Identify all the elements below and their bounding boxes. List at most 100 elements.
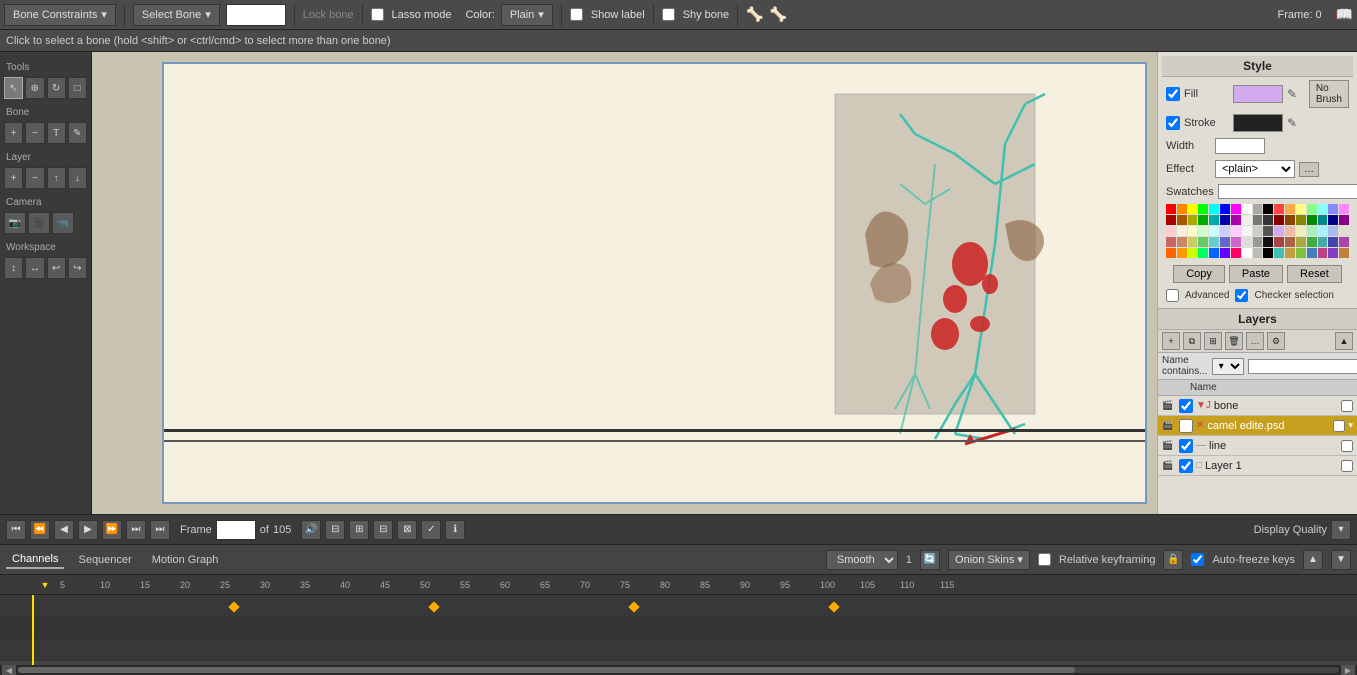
del-layer-btn[interactable]: 🗑 — [1225, 332, 1243, 350]
color-cell[interactable] — [1242, 215, 1252, 225]
color-cell[interactable] — [1328, 248, 1338, 258]
scroll-left-btn[interactable]: ◀ — [2, 665, 16, 675]
sync-btn[interactable]: ✓ — [421, 520, 441, 540]
fill-edit-icon[interactable]: ✎ — [1287, 87, 1297, 101]
stroke-edit-icon[interactable]: ✎ — [1287, 116, 1297, 130]
color-cell[interactable] — [1231, 237, 1241, 247]
color-cell[interactable] — [1263, 248, 1273, 258]
paste-btn[interactable]: Paste — [1229, 265, 1283, 283]
next-frame-btn[interactable]: ⏭ — [126, 520, 146, 540]
color-cell[interactable] — [1253, 237, 1263, 247]
bone-name-input[interactable]: B17 — [226, 4, 286, 26]
color-cell[interactable] — [1188, 237, 1198, 247]
sequencer-tab[interactable]: Sequencer — [72, 552, 137, 568]
color-cell[interactable] — [1274, 226, 1284, 236]
layer-row-bone[interactable]: 🎬 ▼J bone — [1158, 396, 1357, 416]
name-filter-select[interactable]: ▾ — [1212, 358, 1244, 375]
color-cell[interactable] — [1220, 248, 1230, 258]
smooth-select[interactable]: Smooth — [826, 550, 898, 570]
color-select-btn[interactable]: Plain ▾ — [501, 4, 553, 26]
audio-btn[interactable]: 🔊 — [301, 520, 321, 540]
layer-dn-icon[interactable]: ↓ — [68, 167, 87, 189]
width-input[interactable]: 1.28 — [1215, 138, 1265, 154]
color-cell[interactable] — [1177, 237, 1187, 247]
color-cell[interactable] — [1285, 248, 1295, 258]
dq-dropdown-btn[interactable]: ▾ — [1331, 520, 1351, 540]
color-cell[interactable] — [1328, 204, 1338, 214]
color-cell[interactable] — [1209, 237, 1219, 247]
effect-select[interactable]: <plain> — [1215, 160, 1295, 178]
rewind-btn[interactable]: ⏮ — [6, 520, 26, 540]
color-cell[interactable] — [1188, 226, 1198, 236]
color-cell[interactable] — [1220, 237, 1230, 247]
relative-kf-check[interactable] — [1038, 553, 1051, 566]
show-label-check[interactable] — [570, 8, 583, 21]
color-cell[interactable] — [1188, 248, 1198, 258]
ws-icon3[interactable]: ↩ — [47, 257, 66, 279]
timeline-dn-btn[interactable]: ▼ — [1331, 550, 1351, 570]
transform-tool-icon[interactable]: ⊕ — [25, 77, 44, 99]
select-bone-btn[interactable]: Select Bone ▾ — [133, 4, 220, 26]
layer-extra-check-layer1[interactable] — [1341, 460, 1353, 472]
step-back-btn[interactable]: ◀ — [54, 520, 74, 540]
shy-bone-check[interactable] — [662, 8, 675, 21]
scroll-track[interactable] — [18, 667, 1339, 673]
color-cell[interactable] — [1339, 204, 1349, 214]
color-cell[interactable] — [1231, 248, 1241, 258]
color-cell[interactable] — [1166, 226, 1176, 236]
dup-layer-btn[interactable]: ⧉ — [1183, 332, 1201, 350]
fill-color-swatch[interactable] — [1233, 85, 1283, 103]
color-cell[interactable] — [1339, 215, 1349, 225]
color-cell[interactable] — [1307, 237, 1317, 247]
delete-bone-icon[interactable]: − — [25, 122, 44, 144]
name-filter-input[interactable] — [1248, 359, 1357, 374]
lock-icon[interactable]: 🔒 — [1163, 550, 1183, 570]
timeline-up-btn[interactable]: ▲ — [1303, 550, 1323, 570]
color-cell[interactable] — [1318, 226, 1328, 236]
color-cell[interactable] — [1339, 226, 1349, 236]
onion-skins-btn[interactable]: Onion Skins ▾ — [948, 550, 1030, 570]
auto-freeze-check[interactable] — [1191, 553, 1204, 566]
color-cell[interactable] — [1263, 204, 1273, 214]
end-btn[interactable]: ⏭ — [150, 520, 170, 540]
color-cell[interactable] — [1318, 248, 1328, 258]
color-cell[interactable] — [1307, 204, 1317, 214]
copy-btn[interactable]: Copy — [1173, 265, 1225, 283]
color-cell[interactable] — [1318, 237, 1328, 247]
ws-icon4[interactable]: ↪ — [68, 257, 87, 279]
color-cell[interactable] — [1220, 215, 1230, 225]
color-cell[interactable] — [1188, 215, 1198, 225]
effect-options-btn[interactable]: … — [1299, 162, 1319, 177]
bone-constraints-btn[interactable]: Bone Constraints ▾ — [4, 4, 116, 26]
color-cell[interactable] — [1166, 248, 1176, 258]
play-btn[interactable]: ▶ — [78, 520, 98, 540]
info-btn[interactable]: ℹ — [445, 520, 465, 540]
color-cell[interactable] — [1231, 226, 1241, 236]
motion-graph-tab[interactable]: Motion Graph — [146, 552, 225, 568]
rotate-tool-icon[interactable]: ↻ — [47, 77, 66, 99]
ws-icon2[interactable]: ↔ — [25, 257, 44, 279]
add-bone-icon[interactable]: + — [4, 122, 23, 144]
no-brush-btn[interactable]: NoBrush — [1309, 80, 1349, 108]
color-cell[interactable] — [1307, 226, 1317, 236]
camera-icon1[interactable]: 📷 — [4, 212, 26, 234]
view1-btn[interactable]: ⊟ — [325, 520, 345, 540]
layer-extra-check-bone[interactable] — [1341, 400, 1353, 412]
color-cell[interactable] — [1318, 215, 1328, 225]
color-cell[interactable] — [1198, 215, 1208, 225]
color-cell[interactable] — [1177, 248, 1187, 258]
layer-vis-check-camel[interactable] — [1179, 419, 1193, 433]
color-cell[interactable] — [1263, 226, 1273, 236]
color-cell[interactable] — [1274, 215, 1284, 225]
view2-btn[interactable]: ⊞ — [349, 520, 369, 540]
camera-icon2[interactable]: 🎥 — [28, 212, 50, 234]
color-cell[interactable] — [1177, 226, 1187, 236]
stroke-checkbox[interactable] — [1166, 116, 1180, 130]
del-layer-icon[interactable]: − — [25, 167, 44, 189]
advanced-checkbox[interactable] — [1166, 289, 1179, 302]
color-cell[interactable] — [1242, 237, 1252, 247]
frame-number-input[interactable]: 0 — [216, 520, 256, 540]
select-tool-icon[interactable]: ↖ — [4, 77, 23, 99]
color-cell[interactable] — [1198, 204, 1208, 214]
ws-icon1[interactable]: ↕ — [4, 257, 23, 279]
